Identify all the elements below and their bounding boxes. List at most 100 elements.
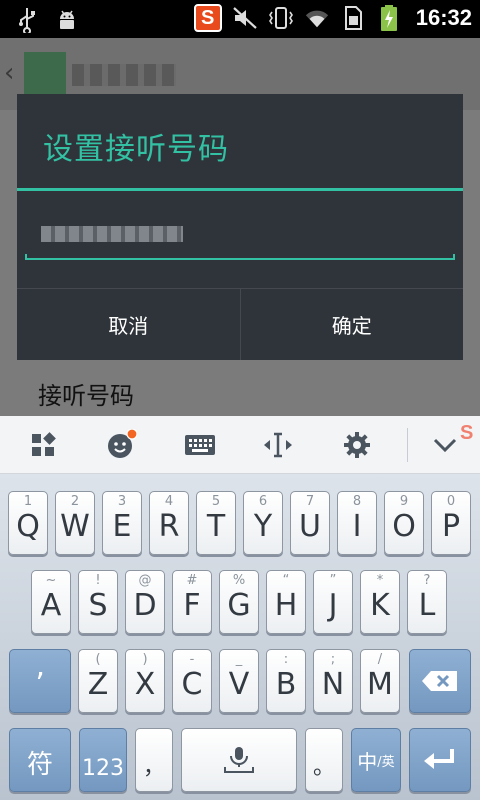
key-secondary-label: ; [330,652,336,667]
key-primary-label: Z [87,667,109,702]
key-primary-label: A [40,588,62,623]
number-key[interactable]: 123 [79,728,127,792]
comma-key[interactable]: ， [135,728,173,792]
set-answer-number-dialog: 设置接听号码 取消 确定 [17,94,463,360]
keyboard-toolbar: S [0,416,480,474]
key-primary-label: W [60,509,90,544]
avatar [24,52,66,94]
key-m[interactable]: / M [360,649,400,713]
key-primary-label: L [418,588,436,623]
keyboard: 1Q2W3E4R5T6Y7U8I9O0P ~ A! S @ D # F% G “H” J * K? L … [0,474,480,800]
key-secondary-label: 1 [23,494,33,509]
key-secondary-label: % [232,573,246,588]
layout-grid-icon[interactable] [27,430,59,460]
keyboard-icon[interactable] [184,430,216,460]
collapse-chevron-icon[interactable] [429,430,461,460]
key-b[interactable]: :B [266,649,306,713]
key-secondary-label: 2 [70,494,80,509]
dialog-buttons: 取消 确定 [17,288,463,360]
key-primary-label: F [183,588,201,623]
key-q[interactable]: 1Q [8,491,48,555]
key-i[interactable]: 8I [337,491,377,555]
key-primary-label: H [274,588,298,623]
android-debug-icon [54,6,80,34]
sogou-input-icon: S [193,4,222,32]
period-key[interactable]: 。 [305,728,343,792]
key-d[interactable]: @ D [125,570,165,634]
key-primary-label: V [228,667,250,702]
back-chevron-icon[interactable]: ‹ [4,58,14,88]
key-e[interactable]: 3E [102,491,142,555]
key-t[interactable]: 5T [196,491,236,555]
key-j[interactable]: ” J [313,570,353,634]
phone-number-input[interactable] [25,212,455,260]
key-h[interactable]: “H [266,570,306,634]
key-p[interactable]: 0P [431,491,471,555]
key-a[interactable]: ~ A [31,570,71,634]
key-secondary-label: 4 [164,494,174,509]
contact-name-redacted [72,64,176,86]
dialog-title: 设置接听号码 [43,132,229,167]
key-secondary-label: 5 [211,494,221,509]
key-s[interactable]: ! S [78,570,118,634]
key-z[interactable]: (Z [78,649,118,713]
key-r[interactable]: 4R [149,491,189,555]
key-primary-label: I [352,509,362,544]
key-secondary-label: ( [95,652,101,667]
language-switch-key[interactable]: 中/英 [351,728,401,792]
backspace-key[interactable] [409,649,471,713]
key-primary-label: Y [253,509,273,544]
key-y[interactable]: 6Y [243,491,283,555]
mute-icon [232,4,258,32]
answer-number-label: 接听号码 [38,382,134,410]
answer-number-row[interactable]: 接听号码 [0,356,480,416]
microphone-icon [182,729,296,791]
key-primary-label: B [275,667,297,702]
wifi-icon [304,4,330,32]
key-primary-label: D [133,588,157,623]
key-secondary-label: 3 [117,494,127,509]
key-primary-label: K [370,588,390,623]
key-primary-label: G [227,588,251,623]
vibrate-icon [268,4,294,32]
key-v[interactable]: _ V [219,649,259,713]
key-l[interactable]: ? L [407,570,447,634]
key-primary-label: O [392,509,416,544]
key-secondary-label: # [186,573,198,588]
status-bar: S 16:32 [0,0,480,38]
usb-icon [14,6,40,34]
key-secondary-label: 9 [399,494,409,509]
key-secondary-label: ? [423,573,431,588]
key-secondary-label: - [189,652,195,667]
key-secondary-label: ) [142,652,148,667]
key-u[interactable]: 7U [290,491,330,555]
key-secondary-label: ! [95,573,101,588]
key-n[interactable]: ; N [313,649,353,713]
key-primary-label: U [299,509,321,544]
confirm-button[interactable]: 确定 [239,289,464,360]
apostrophe-key[interactable]: ’ [9,649,71,713]
key-secondary-label: 8 [352,494,362,509]
sim-icon [340,4,366,32]
key-primary-label: S [88,588,108,623]
cancel-button[interactable]: 取消 [17,289,240,360]
key-f[interactable]: # F [172,570,212,634]
enter-key[interactable] [409,728,471,792]
dialog-divider [17,188,463,191]
key-c[interactable]: -C [172,649,212,713]
key-primary-label: C [181,667,203,702]
key-g[interactable]: % G [219,570,259,634]
cursor-move-icon[interactable] [262,430,294,460]
voice-space-key[interactable] [181,728,297,792]
key-secondary-label: / [377,652,383,667]
settings-gear-icon[interactable] [341,430,373,460]
emoji-icon[interactable] [105,429,137,460]
key-primary-label: Q [16,509,40,544]
key-o[interactable]: 9O [384,491,424,555]
key-x[interactable]: ) X [125,649,165,713]
key-secondary-label: 7 [305,494,315,509]
symbol-key[interactable]: 符 [9,728,71,792]
key-k[interactable]: * K [360,570,400,634]
phone-number-value-redacted [41,226,183,242]
key-w[interactable]: 2W [55,491,95,555]
